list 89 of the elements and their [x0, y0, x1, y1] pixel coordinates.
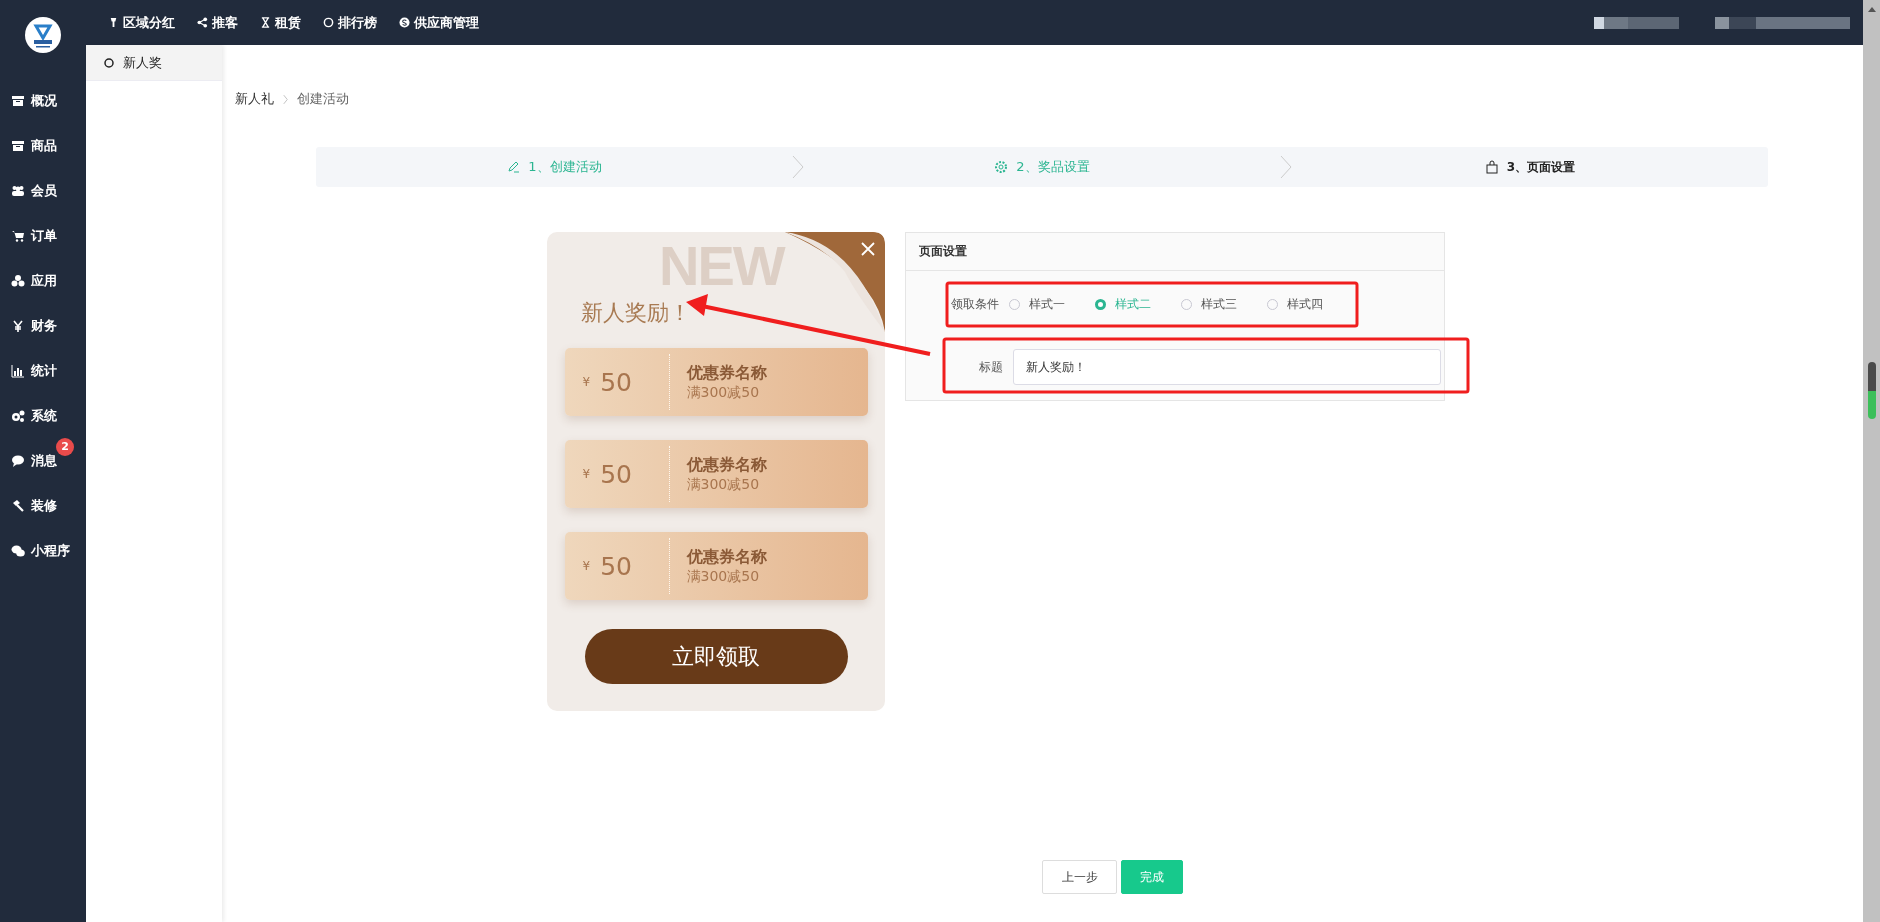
coupon-condition: 满300减50: [686, 475, 761, 494]
chevron-icon: [1280, 155, 1292, 179]
coupon-amount: 50: [600, 367, 632, 397]
nav-link[interactable]: 推客: [197, 13, 238, 32]
scrollbar[interactable]: [1863, 0, 1880, 922]
currency-symbol: ¥: [582, 467, 591, 481]
hammer-icon: [11, 498, 25, 513]
nav-link[interactable]: 供应商管理: [399, 13, 479, 32]
archive-icon: [11, 93, 25, 108]
sidebar-item[interactable]: 系统: [0, 393, 86, 438]
circle-icon: [104, 57, 114, 68]
radio-option[interactable]: 样式四: [1267, 296, 1343, 313]
sidebar-label[interactable]: 订单: [31, 226, 57, 245]
chevron-icon: [282, 93, 289, 105]
sidebar-item[interactable]: 概况: [0, 78, 86, 123]
radio-button[interactable]: [1095, 299, 1106, 310]
currency-symbol: ¥: [582, 559, 591, 573]
sidebar-label[interactable]: 消息: [31, 451, 57, 470]
cart-icon: [11, 228, 25, 243]
close-icon[interactable]: [860, 241, 876, 257]
nav-label[interactable]: 排行榜: [338, 13, 377, 32]
sidebar-item[interactable]: 小程序: [0, 528, 86, 573]
chat-bubble-icon: [11, 453, 25, 468]
sidebar-item[interactable]: 会员: [0, 168, 86, 213]
bar-chart-icon: [11, 363, 25, 378]
sidebar-label[interactable]: 应用: [31, 271, 57, 290]
cubes-icon: [11, 273, 25, 288]
circle-icon: [323, 17, 334, 28]
title-input[interactable]: 新人奖励！: [1013, 349, 1441, 385]
breadcrumb-item[interactable]: 新人礼: [235, 90, 274, 108]
nav-link[interactable]: 区域分红: [108, 13, 175, 32]
sidebar-item[interactable]: 订单: [0, 213, 86, 258]
sidebar-label[interactable]: 装修: [31, 496, 57, 515]
yen-icon: [11, 318, 25, 333]
sidebar-label[interactable]: 概况: [31, 91, 57, 110]
sidebar-item[interactable]: 装修: [0, 483, 86, 528]
scroll-thumb[interactable]: [1867, 362, 1876, 419]
claim-button[interactable]: 立即领取: [584, 629, 848, 684]
sidebar-item[interactable]: 消息 2: [0, 438, 86, 483]
sidebar-item[interactable]: 财务: [0, 303, 86, 348]
sidebar-item[interactable]: 商品: [0, 123, 86, 168]
hourglass-icon: [260, 17, 271, 28]
coupon-condition: 满300减50: [686, 383, 761, 402]
nav-link[interactable]: 租赁: [260, 13, 301, 32]
sidebar-label[interactable]: 系统: [31, 406, 57, 425]
sidebar-label[interactable]: 会员: [31, 181, 57, 200]
panel-title: 页面设置: [919, 243, 967, 260]
pencil-icon: [506, 160, 521, 174]
radio-option[interactable]: 样式三: [1181, 296, 1257, 313]
step[interactable]: 3、页面设置: [1292, 158, 1768, 176]
coupon-amount: 50: [600, 551, 632, 581]
sub-menu-item[interactable]: 新人奖: [86, 45, 222, 81]
notification-badge: 2: [56, 438, 74, 456]
breadcrumb-item: 创建活动: [297, 90, 349, 108]
logo-icon[interactable]: [25, 17, 61, 53]
field-label: 标题: [978, 358, 1003, 376]
sidebar-label[interactable]: 商品: [31, 136, 57, 155]
users-icon: [11, 183, 25, 198]
nav-label[interactable]: 区域分红: [123, 13, 175, 32]
coupon-name: 优惠券名称: [686, 362, 767, 384]
previous-button[interactable]: 上一步: [1042, 860, 1117, 894]
sidebar-label[interactable]: 统计: [31, 361, 57, 380]
nav-label[interactable]: 供应商管理: [414, 13, 479, 32]
coupon-name: 优惠券名称: [686, 546, 767, 568]
arrow-up-icon[interactable]: [1867, 7, 1876, 12]
sub-menu-label[interactable]: 新人奖: [123, 53, 162, 72]
currency-symbol: ¥: [582, 375, 591, 389]
radio-option[interactable]: 样式一: [1009, 296, 1085, 313]
coupon-amount: 50: [600, 459, 632, 489]
pin-icon: [108, 17, 119, 28]
share-icon: [197, 17, 208, 28]
field-label: 领取条件: [951, 296, 999, 313]
nav-link[interactable]: 排行榜: [323, 13, 377, 32]
nav-label[interactable]: 推客: [212, 13, 238, 32]
bag-icon: [1484, 160, 1499, 174]
sidebar-item[interactable]: 应用: [0, 258, 86, 303]
nav-label[interactable]: 租赁: [275, 13, 301, 32]
gear-icon: [994, 160, 1009, 174]
popup-title: 新人奖励！: [581, 299, 691, 327]
sidebar-label[interactable]: 小程序: [31, 541, 70, 560]
chat-bubbles-icon: [11, 543, 25, 558]
coupon-name: 优惠券名称: [686, 454, 767, 476]
sidebar-item[interactable]: 统计: [0, 348, 86, 393]
skype-icon: [399, 17, 410, 28]
chevron-icon: [792, 155, 804, 179]
archive-icon: [11, 138, 25, 153]
sidebar-label[interactable]: 财务: [31, 316, 57, 335]
gears-icon: [11, 408, 25, 423]
coupon-condition: 满300减50: [686, 567, 761, 586]
